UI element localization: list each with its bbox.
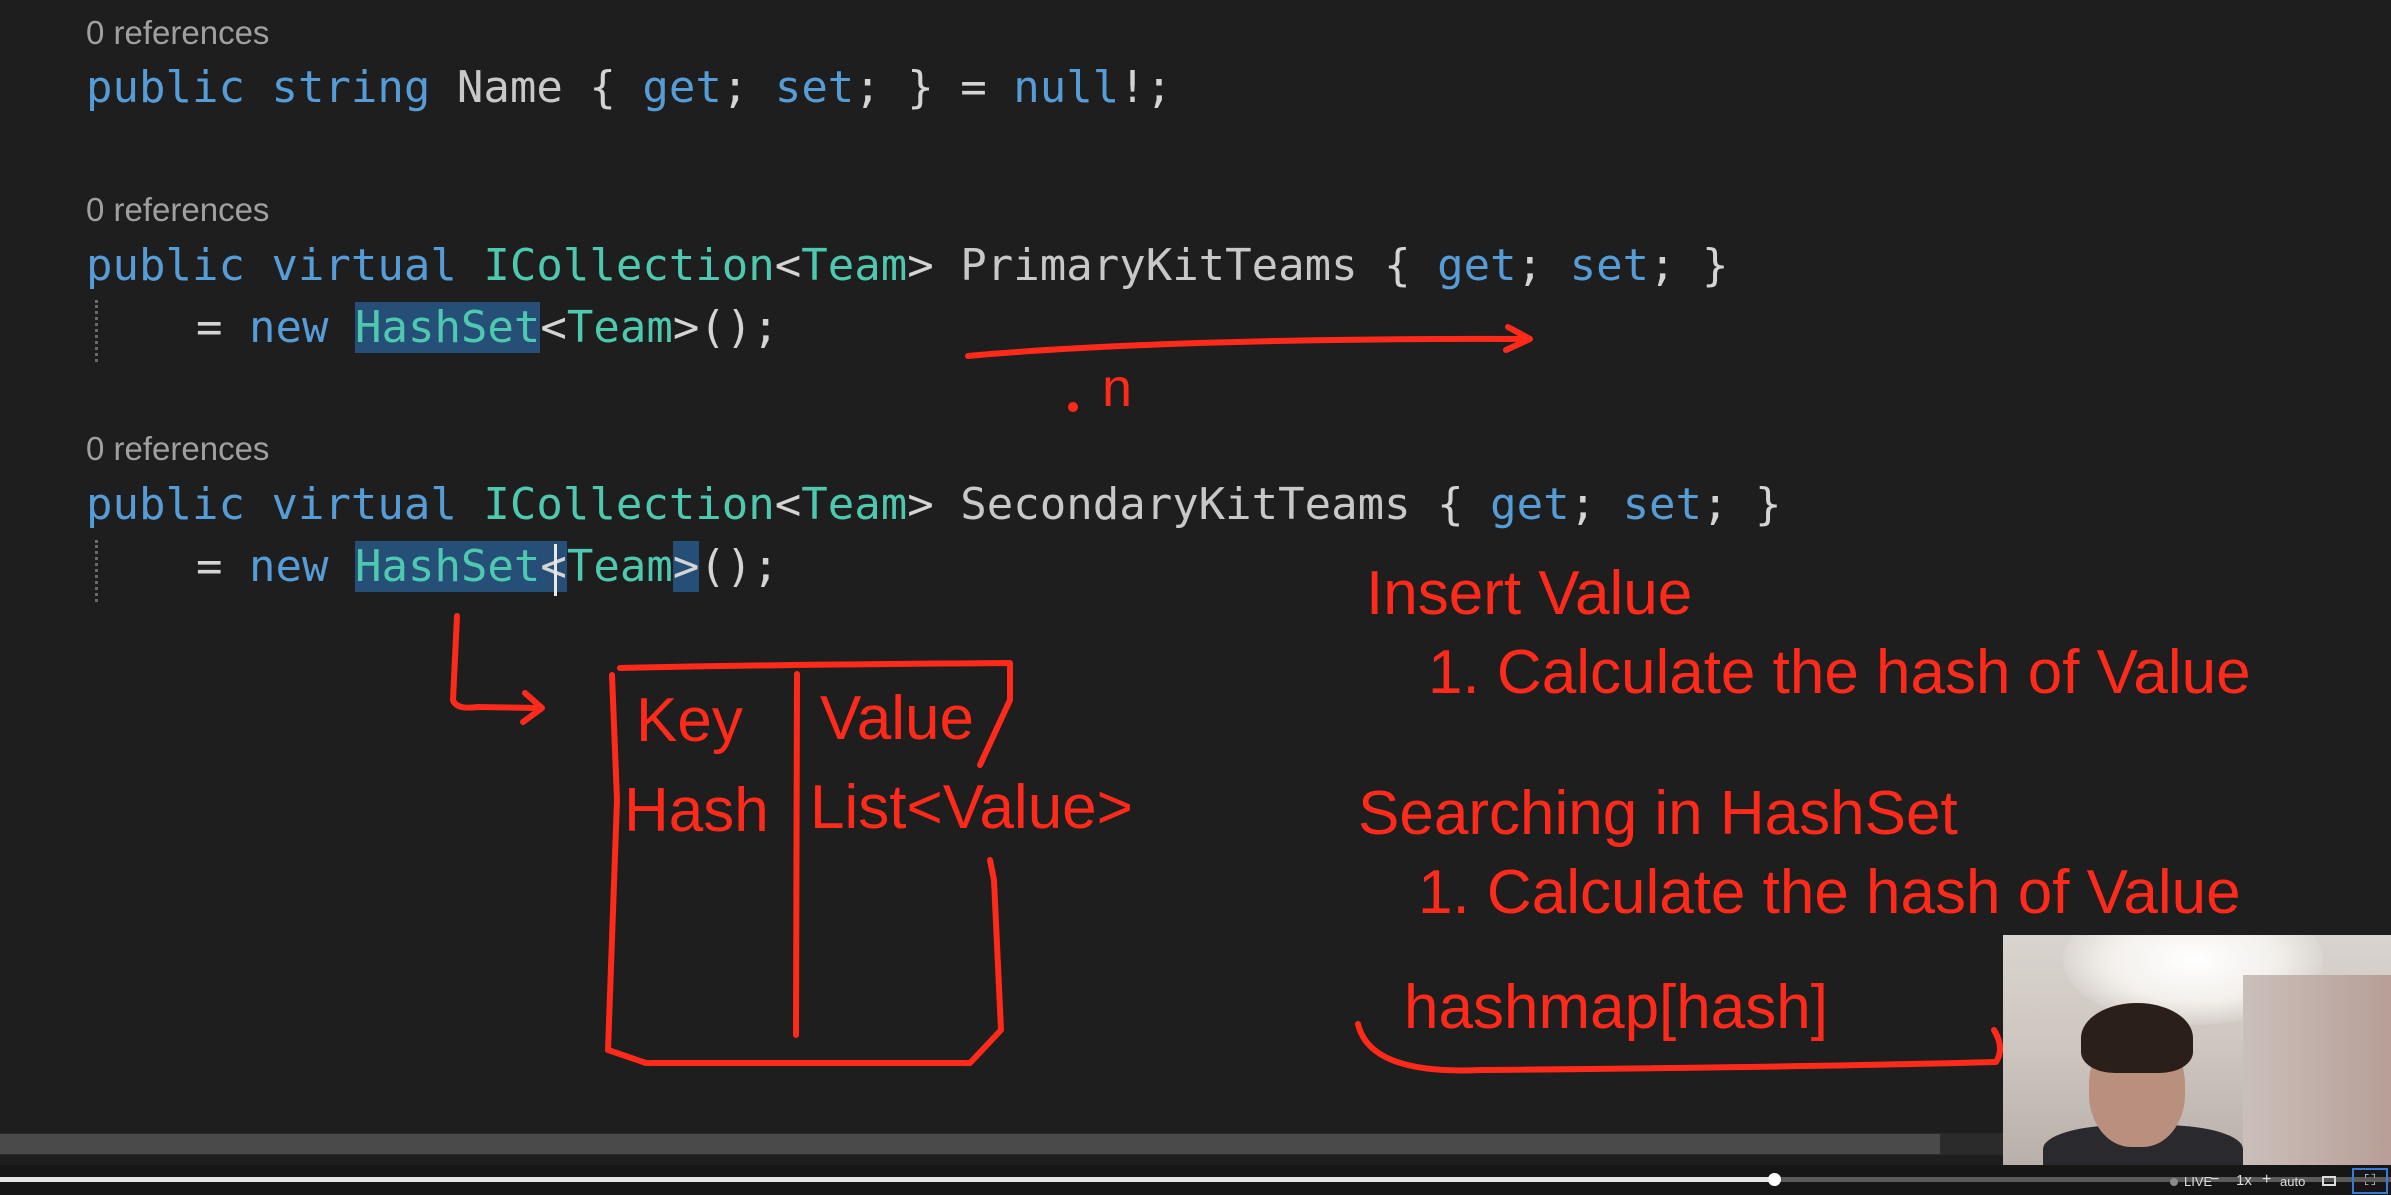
table-key-label: Key [636,686,743,755]
scrollbar-thumb[interactable] [0,1134,1940,1154]
search-step: 1. Calculate the hash of Value [1418,858,2241,927]
table-value-label: Value [820,684,974,753]
table-divider [793,671,800,1038]
pip-icon[interactable] [2322,1176,2336,1186]
speed-button[interactable]: 1x [2236,1173,2252,1188]
background-wall [2243,975,2391,1165]
progress-handle[interactable] [1768,1173,1781,1186]
volume-plus-icon[interactable]: + [2262,1172,2271,1188]
live-indicator[interactable]: LIVE [2184,1175,2212,1188]
fullscreen-icon[interactable]: ⛶ [2352,1168,2388,1194]
table-hash-label: Hash [624,776,769,845]
quality-button[interactable]: auto [2280,1175,2305,1188]
hashmap-label: hashmap[hash] [1404,973,1828,1042]
presenter-hair [2081,1003,2193,1073]
progress-fill [0,1177,1774,1182]
arrow-label: n [1102,358,1133,418]
insert-title: Insert Value [1366,559,1693,628]
dot-mark [1068,402,1078,412]
table-list-label: List<Value> [810,773,1133,842]
volume-minus-icon[interactable]: − [2210,1172,2219,1188]
search-title: Searching in HashSet [1358,779,1958,848]
webcam-overlay [2003,935,2391,1165]
arrow-right-stroke [965,335,1531,359]
live-dot-icon [2170,1178,2178,1186]
insert-step: 1. Calculate the hash of Value [1428,638,2251,707]
